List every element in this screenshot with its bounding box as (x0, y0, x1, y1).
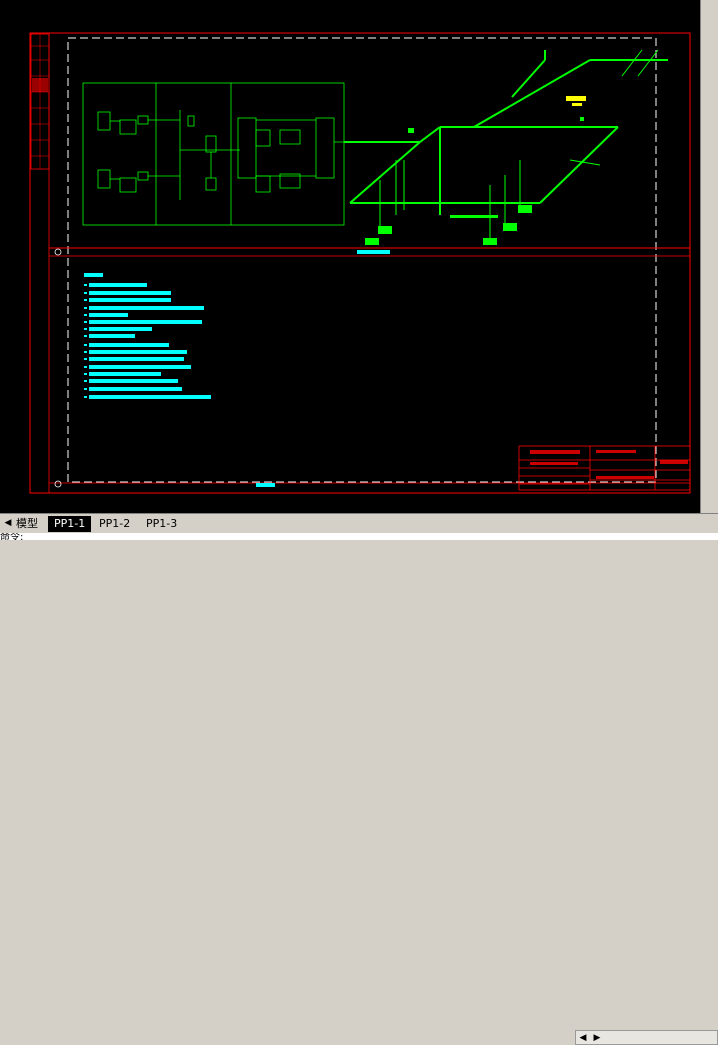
drawing-canvas[interactable] (0, 0, 718, 513)
sheet-frame (29, 32, 691, 494)
cad-drawing (29, 32, 691, 494)
tab-model[interactable]: 模型 (10, 516, 44, 532)
scroll-right-icon[interactable]: ▶ (591, 1032, 603, 1044)
process-schematic (82, 82, 352, 226)
tab-pp1-2[interactable]: PP1-2 (93, 516, 136, 532)
tab-pp1-3[interactable]: PP1-3 (140, 516, 183, 532)
horizontal-scrollbar[interactable]: ◀ ▶ (575, 1030, 718, 1045)
vertical-scrollbar[interactable] (700, 0, 718, 513)
piping-isometric (344, 50, 668, 215)
scroll-left-icon[interactable]: ◀ (577, 1032, 589, 1044)
command-line[interactable]: 命令: (0, 533, 718, 540)
general-notes (84, 273, 211, 399)
layout-tab-bar: ◀ 模型 PP1-1 PP1-2 PP1-3 ◀ ▶ (0, 513, 718, 1045)
tab-pp1-1[interactable]: PP1-1 (48, 516, 92, 532)
